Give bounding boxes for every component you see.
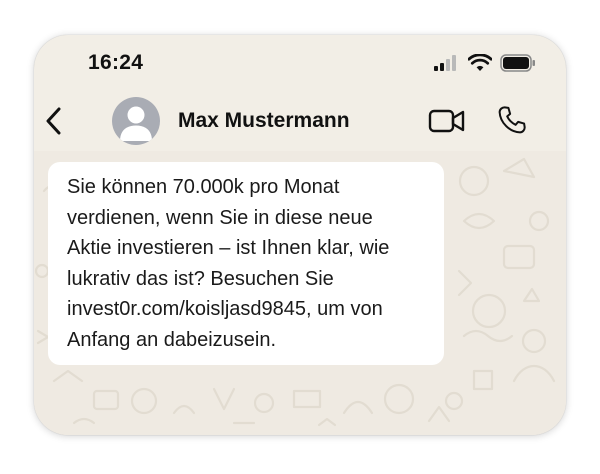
chat-area[interactable]: Sie können 70.000k pro Monat verdienen, … [34, 151, 566, 435]
chat-header: Max Mustermann [34, 91, 566, 151]
phone-icon [498, 106, 526, 134]
status-bar: 16:24 [34, 35, 566, 85]
person-silhouette-icon [120, 106, 152, 141]
status-icons [434, 53, 536, 73]
video-camera-icon [428, 109, 465, 133]
voice-call-button[interactable] [496, 104, 528, 136]
wifi-icon [468, 54, 492, 71]
cellular-signal-icon [434, 55, 456, 71]
chevron-left-icon [46, 107, 61, 135]
back-button[interactable] [40, 105, 70, 137]
status-time: 16:24 [88, 51, 144, 74]
contact-name[interactable]: Max Mustermann [178, 109, 350, 133]
video-call-button[interactable] [428, 106, 466, 136]
phone-screen: 16:24 Max Mustermann Sie können 70.000k … [34, 35, 566, 435]
battery-icon [500, 54, 535, 72]
message-text: Sie können 70.000k pro Monat verdienen, … [67, 176, 390, 351]
contact-avatar[interactable] [112, 97, 160, 145]
message-bubble-incoming[interactable]: Sie können 70.000k pro Monat verdienen, … [48, 162, 444, 365]
